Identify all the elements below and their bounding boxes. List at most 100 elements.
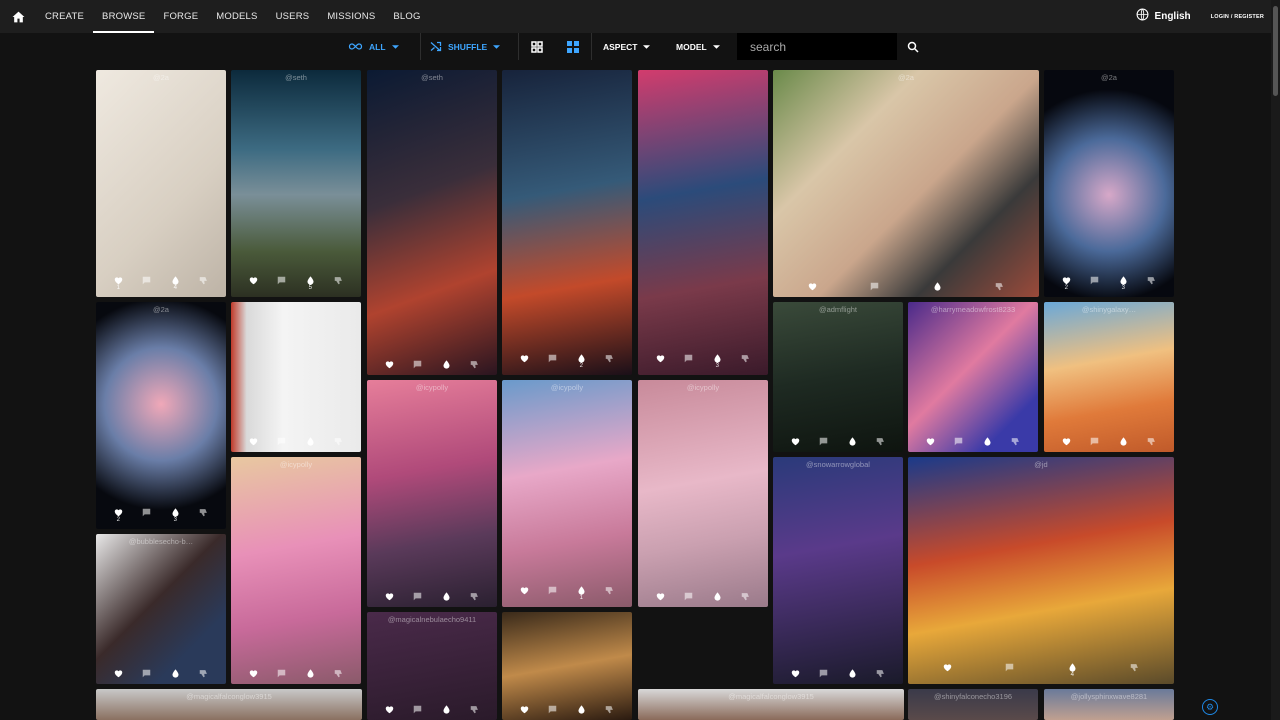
nav-forge[interactable]: FORGE [154,0,207,33]
thumbs-down-icon[interactable] [332,437,346,446]
heart-icon[interactable] [517,586,531,601]
tip-icon[interactable] [574,705,588,714]
tip-icon[interactable]: 4 [1065,663,1079,678]
globe-icon[interactable] [1136,8,1149,26]
gallery-image-tile[interactable]: @magicalnebulaecho9411 [367,612,497,720]
comment-icon[interactable] [1088,437,1102,446]
heart-icon[interactable] [246,437,260,446]
image-author[interactable]: @jollysphinxwave8281 [1044,692,1174,701]
comment-icon[interactable] [952,437,966,446]
comment-icon[interactable] [1088,276,1102,291]
heart-icon[interactable] [517,705,531,714]
tip-icon[interactable]: 2 [574,354,588,369]
tip-icon[interactable]: 4 [168,276,182,291]
gallery-image-tile[interactable]: @2a [773,70,1039,297]
gallery-image-tile[interactable]: @icypolly [367,380,497,607]
settings-icon[interactable]: ⚙ [1202,699,1218,715]
tip-icon[interactable]: 1 [574,586,588,601]
comment-icon[interactable] [1003,663,1017,678]
heart-icon[interactable] [382,705,396,714]
gallery-image-tile[interactable]: @admflight [773,302,903,452]
image-author[interactable]: @2a [773,73,1039,82]
nav-models[interactable]: MODELS [207,0,266,33]
grid-view-button[interactable] [531,33,543,60]
image-author[interactable]: @icypolly [638,383,768,392]
image-author[interactable]: @icypolly [502,383,632,392]
shuffle-dropdown[interactable]: SHUFFLE [430,33,501,60]
login-register-link[interactable]: LOGIN / REGISTER [1211,14,1264,20]
comment-icon[interactable] [140,508,154,523]
gallery-image-tile[interactable]: @icypolly 1 [502,380,632,607]
gallery-image-tile[interactable]: @icypolly [231,457,361,684]
image-author[interactable]: @2a [96,73,226,82]
heart-icon[interactable] [111,669,125,678]
tip-icon[interactable] [845,669,859,678]
language-selector[interactable]: English [1155,11,1191,22]
image-author[interactable]: @magicalfalconglow3915 [96,692,362,701]
nav-create[interactable]: CREATE [36,0,93,33]
heart-icon[interactable] [940,663,954,678]
tip-icon[interactable]: 3 [168,508,182,523]
gallery-image-tile[interactable] [502,612,632,720]
image-author[interactable]: @2a [96,305,226,314]
heart-icon[interactable] [382,592,396,601]
thumbs-down-icon[interactable] [468,592,482,601]
image-author[interactable]: @shinyfalconecho3196 [908,692,1038,701]
image-author[interactable]: @shinygalaxy… [1044,305,1174,314]
thumbs-down-icon[interactable] [739,354,753,369]
comment-icon[interactable] [275,276,289,291]
gallery-image-tile[interactable]: @2a 1 4 [96,70,226,297]
heart-icon[interactable] [923,437,937,446]
model-dropdown[interactable]: MODEL [676,33,720,60]
thumbs-down-icon[interactable] [603,354,617,369]
heart-icon[interactable]: 1 [111,276,125,291]
tip-icon[interactable] [980,437,994,446]
comment-icon[interactable] [868,282,882,291]
comment-icon[interactable] [817,669,831,678]
gallery-image-tile[interactable]: @jollysphinxwave8281 [1044,689,1174,720]
gallery-image-tile[interactable]: @2a 2 3 [96,302,226,529]
thumbs-down-icon[interactable] [1009,437,1023,446]
scrollbar[interactable] [1271,0,1280,720]
image-author[interactable]: @2a [1044,73,1174,82]
tip-icon[interactable]: 3 [1116,276,1130,291]
thumbs-down-icon[interactable] [993,282,1007,291]
comment-icon[interactable] [140,669,154,678]
gallery-image-tile[interactable]: @shinygalaxy… [1044,302,1174,452]
comment-icon[interactable] [546,705,560,714]
comment-icon[interactable] [546,586,560,601]
thumbs-down-icon[interactable] [603,586,617,601]
gallery-image-tile[interactable]: @shinyfalconecho3196 [908,689,1038,720]
image-author[interactable]: @snowarrowglobal [773,460,903,469]
thumbs-down-icon[interactable] [468,360,482,369]
thumbs-down-icon[interactable] [197,276,211,291]
search-button[interactable] [897,33,929,60]
image-author[interactable]: @bubblesecho-b… [96,537,226,546]
gallery-image-tile[interactable]: @icypolly [638,380,768,607]
gallery-image-tile[interactable]: @snowarrowglobal [773,457,903,684]
thumbs-down-icon[interactable] [1145,437,1159,446]
gallery-image-tile[interactable]: 2 [502,70,632,375]
thumbs-down-icon[interactable] [603,705,617,714]
image-author[interactable]: @jd [908,460,1174,469]
thumbs-down-icon[interactable] [739,592,753,601]
home-icon[interactable] [0,0,36,33]
all-filter-dropdown[interactable]: ALL [348,33,399,60]
image-author[interactable]: @seth [231,73,361,82]
thumbs-down-icon[interactable] [332,276,346,291]
search-input[interactable]: search [737,33,897,60]
tip-icon[interactable] [303,669,317,678]
comment-icon[interactable] [682,354,696,369]
aspect-dropdown[interactable]: ASPECT [603,33,651,60]
heart-icon[interactable] [246,276,260,291]
tip-icon[interactable] [439,592,453,601]
gallery-image-tile[interactable]: @2a 2 3 [1044,70,1174,297]
thumbs-down-icon[interactable] [197,508,211,523]
nav-browse[interactable]: BROWSE [93,0,155,33]
tip-icon[interactable] [845,437,859,446]
comment-icon[interactable] [817,437,831,446]
gallery-image-tile[interactable]: 3 [638,70,768,375]
tip-icon[interactable] [439,705,453,714]
heart-icon[interactable] [653,354,667,369]
comment-icon[interactable] [411,360,425,369]
